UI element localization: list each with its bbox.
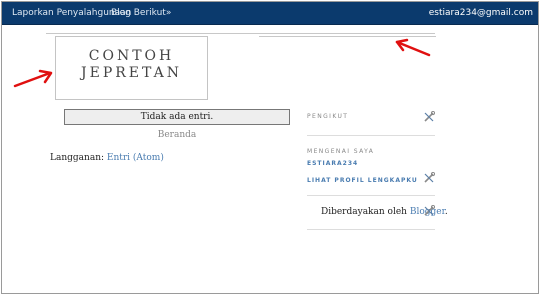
blog-header-image[interactable]: CONTOH JEPRETAN: [55, 36, 208, 100]
sidebar-divider: [307, 135, 435, 136]
powered-suffix: .: [444, 207, 448, 217]
home-link[interactable]: Beranda: [64, 130, 290, 140]
profile-name-link[interactable]: ESTIARA234: [307, 160, 358, 167]
view-full-profile-link[interactable]: LIHAT PROFIL LENGKAPKU: [307, 177, 418, 184]
edit-gadget-followers-icon[interactable]: [423, 111, 435, 123]
red-arrow-icon: [13, 69, 53, 88]
followers-title: PENGIKUT: [307, 113, 349, 120]
blog-title: CONTOH JEPRETAN: [56, 48, 207, 82]
powered-label: Diberdayakan oleh: [321, 207, 410, 217]
sidebar-divider: [307, 195, 435, 196]
red-arrow-icon: [395, 38, 431, 57]
no-entries-message: Tidak ada entri.: [64, 109, 290, 125]
sidebar-top-divider: [259, 36, 436, 37]
user-email[interactable]: estiara234@gmail.com: [429, 8, 533, 18]
atom-feed-link[interactable]: Entri (Atom): [107, 153, 164, 163]
next-blog-link[interactable]: Blog Berikut»: [111, 8, 171, 18]
blogger-navbar: Laporkan Penyalahgunaan Blog Berikut» es…: [2, 2, 538, 25]
subscribe-label: Langganan:: [50, 153, 107, 163]
browser-frame: Laporkan Penyalahgunaan Blog Berikut» es…: [1, 1, 539, 294]
edit-gadget-attribution-icon[interactable]: [423, 205, 435, 217]
blog-title-line1: CONTOH: [88, 48, 175, 64]
sidebar-divider: [307, 229, 435, 230]
header-divider: [46, 33, 435, 34]
blog-title-line2: JEPRETAN: [81, 65, 182, 81]
about-me-title: MENGENAI SAYA: [307, 148, 375, 155]
edit-gadget-profile-icon[interactable]: [423, 172, 435, 184]
subscribe-line: Langganan: Entri (Atom): [50, 153, 164, 163]
